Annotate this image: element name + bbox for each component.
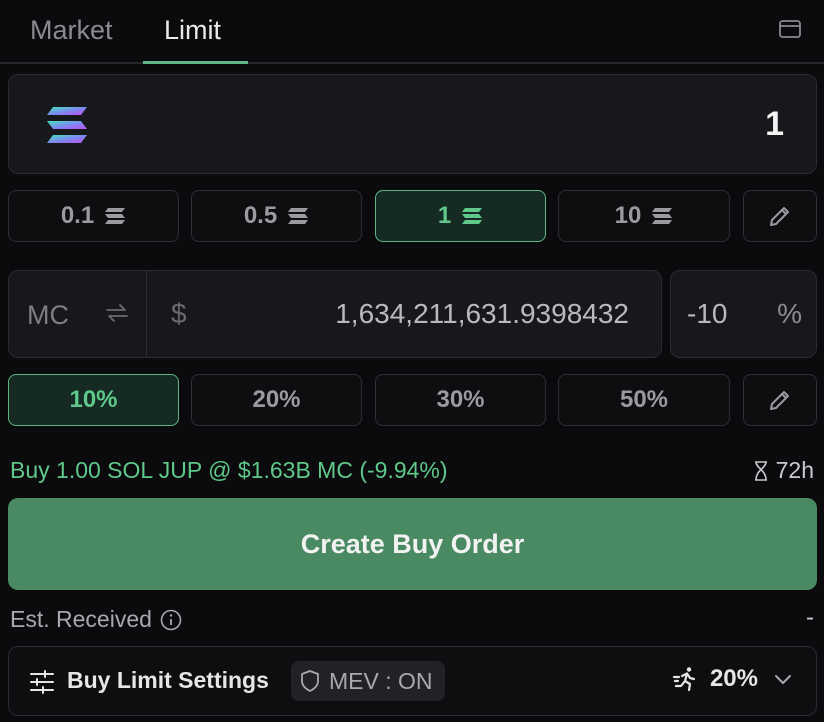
pencil-icon <box>770 207 789 226</box>
percent-value[interactable]: -10 <box>687 298 727 330</box>
solana-logo-icon <box>47 107 87 143</box>
order-summary: Buy 1.00 SOL JUP @ $1.63B MC (-9.94%) <box>10 457 448 483</box>
expiry-value: 72h <box>775 457 814 483</box>
preset-label: 10% <box>69 386 118 413</box>
preset-label: 20% <box>252 386 301 413</box>
buy-limit-settings-bar[interactable]: Buy Limit Settings MEV : ON 20% <box>8 646 817 716</box>
amount-value[interactable]: 1 <box>765 105 784 144</box>
tab-market[interactable]: Market <box>30 14 113 46</box>
slippage-value: 20% <box>709 665 758 692</box>
order-expiry[interactable]: 72h <box>754 457 814 484</box>
amount-preset-10[interactable]: 10 <box>558 190 730 242</box>
order-type-tabs: Market Limit <box>0 0 824 64</box>
preset-label: 0.5 <box>243 202 278 229</box>
preset-label: 1 <box>437 202 452 229</box>
currency-symbol: $ <box>171 298 187 329</box>
sliders-icon <box>30 670 54 694</box>
percent-preset-30[interactable]: 30% <box>375 374 546 426</box>
percent-sign: % <box>777 298 802 329</box>
shield-icon <box>301 670 319 692</box>
amount-input-box[interactable]: 1 <box>8 74 817 174</box>
amount-preset-1[interactable]: 1 <box>375 190 546 242</box>
wallet-icon[interactable] <box>778 18 802 40</box>
amount-preset-0.1[interactable]: 0.1 <box>8 190 179 242</box>
sol-icon <box>105 208 126 224</box>
mev-status: MEV : ON <box>329 667 433 694</box>
hourglass-icon <box>754 460 767 481</box>
preset-label: 10 <box>614 202 642 229</box>
amount-preset-0.5[interactable]: 0.5 <box>191 190 362 242</box>
tab-limit[interactable]: Limit <box>164 14 221 46</box>
price-mode-label: MC <box>27 300 69 330</box>
estimated-received: Est. Received <box>10 606 182 633</box>
edit-percent-presets-button[interactable] <box>743 374 817 426</box>
preset-label: 30% <box>436 386 485 413</box>
chevron-down-icon <box>775 675 791 684</box>
percent-change-input[interactable]: -10 % <box>670 270 817 358</box>
sol-icon <box>652 208 673 224</box>
sol-icon <box>288 208 309 224</box>
percent-preset-50[interactable]: 50% <box>558 374 730 426</box>
edit-amount-presets-button[interactable] <box>743 190 817 242</box>
percent-preset-20[interactable]: 20% <box>191 374 362 426</box>
percent-preset-10[interactable]: 10% <box>8 374 179 426</box>
slippage-selector[interactable]: 20% <box>672 665 792 693</box>
running-person-icon <box>672 667 696 692</box>
estimated-received-value: - <box>806 604 814 631</box>
preset-label: 50% <box>619 386 669 413</box>
pencil-icon <box>770 391 789 410</box>
sol-icon <box>462 208 483 224</box>
info-icon[interactable] <box>160 609 182 631</box>
estimated-received-label: Est. Received <box>10 606 152 632</box>
mev-protection-badge[interactable]: MEV : ON <box>291 661 445 701</box>
market-cap-input-row: MC $ 1,634,211,631.9398432 <box>8 270 662 358</box>
price-mode-toggle[interactable]: MC <box>9 271 147 357</box>
swap-arrows-icon[interactable] <box>105 301 129 325</box>
create-buy-order-button[interactable]: Create Buy Order <box>8 498 817 590</box>
market-cap-input[interactable]: 1,634,211,631.9398432 <box>335 298 629 330</box>
active-tab-indicator <box>143 61 248 64</box>
settings-label: Buy Limit Settings <box>67 667 269 693</box>
preset-label: 0.1 <box>60 202 95 229</box>
